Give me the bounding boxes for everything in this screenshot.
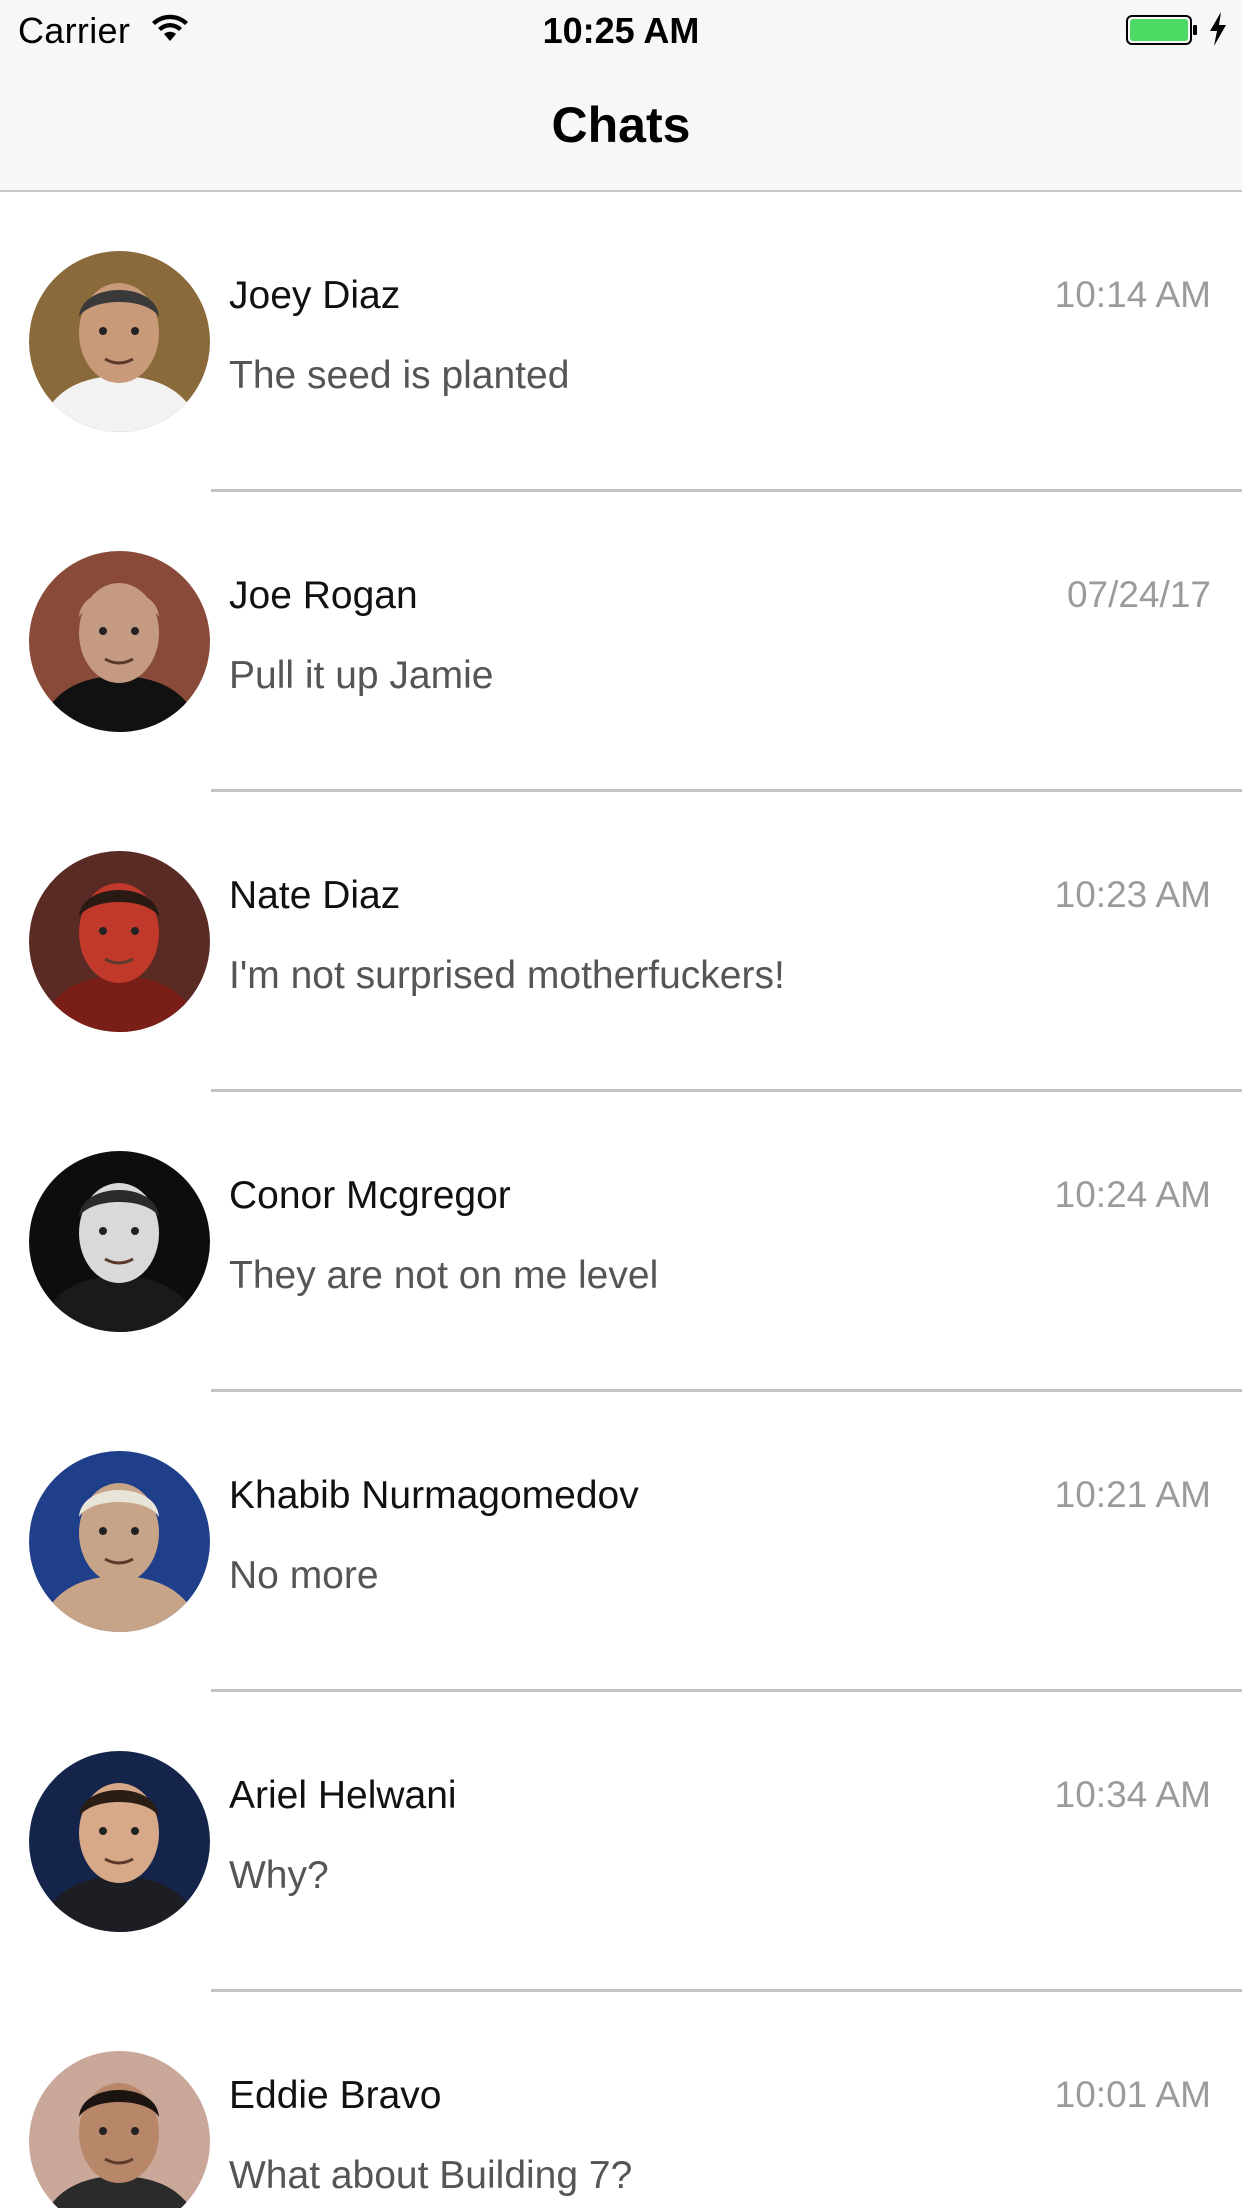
- message-time: 07/24/17: [1066, 574, 1211, 615]
- battery-icon: [1126, 15, 1197, 45]
- contact-name: Khabib Nurmagomedov: [229, 1474, 639, 1517]
- chat-row-eddie-bravo[interactable]: Eddie Bravo 10:01 AM What about Building 7…: [0, 1992, 1242, 2208]
- avatar[interactable]: [29, 2051, 210, 2208]
- message-time: 10:01 AM: [1054, 2074, 1211, 2115]
- avatar[interactable]: [29, 251, 210, 432]
- message-preview: The seed is planted: [229, 354, 570, 397]
- chat-row-khabib-nurmagomedov[interactable]: Khabib Nurmagomedov 10:21 AM No more: [0, 1392, 1242, 1692]
- message-time: 10:21 AM: [1054, 1474, 1211, 1515]
- avatar[interactable]: [29, 1451, 210, 1632]
- chat-row-ariel-helwani[interactable]: Ariel Helwani 10:34 AM Why?: [0, 1692, 1242, 1992]
- contact-name: Ariel Helwani: [229, 1774, 457, 1817]
- message-time: 10:34 AM: [1054, 1774, 1211, 1815]
- avatar[interactable]: [29, 1151, 210, 1332]
- avatar[interactable]: [29, 551, 210, 732]
- avatar[interactable]: [29, 1751, 210, 1932]
- message-preview: What about Building 7?: [229, 2154, 633, 2197]
- message-time: 10:24 AM: [1054, 1174, 1211, 1215]
- message-preview: I'm not surprised motherfuckers!: [229, 954, 785, 997]
- chat-row-conor-mcgregor[interactable]: Conor Mcgregor 10:24 AM They are not on me…: [0, 1092, 1242, 1392]
- message-preview: They are not on me level: [229, 1254, 659, 1297]
- chat-list[interactable]: Joey Diaz 10:14 AM The seed is planted Joe …: [0, 192, 1242, 2208]
- message-preview: No more: [229, 1554, 379, 1597]
- contact-name: Eddie Bravo: [229, 2074, 442, 2117]
- page-title: Chats: [551, 97, 691, 153]
- chat-row-joey-diaz[interactable]: Joey Diaz 10:14 AM The seed is planted: [0, 192, 1242, 492]
- message-preview: Pull it up Jamie: [229, 654, 494, 697]
- chat-row-nate-diaz[interactable]: Nate Diaz 10:23 AM I'm not surprised mothe…: [0, 792, 1242, 1092]
- charging-bolt-icon: [1210, 12, 1226, 46]
- status-bar: Carrier 10:25 AM: [0, 0, 1242, 62]
- contact-name: Nate Diaz: [229, 874, 401, 917]
- chat-row-joe-rogan[interactable]: Joe Rogan 07/24/17 Pull it up Jamie: [0, 492, 1242, 792]
- message-time: 10:14 AM: [1054, 274, 1211, 315]
- contact-name: Conor Mcgregor: [229, 1174, 511, 1217]
- contact-name: Joey Diaz: [229, 274, 401, 317]
- contact-name: Joe Rogan: [229, 574, 418, 617]
- navigation-bar: Chats: [0, 62, 1242, 192]
- message-preview: Why?: [229, 1854, 329, 1897]
- message-time: 10:23 AM: [1054, 874, 1211, 915]
- avatar[interactable]: [29, 851, 210, 1032]
- status-time: 10:25 AM: [542, 10, 700, 51]
